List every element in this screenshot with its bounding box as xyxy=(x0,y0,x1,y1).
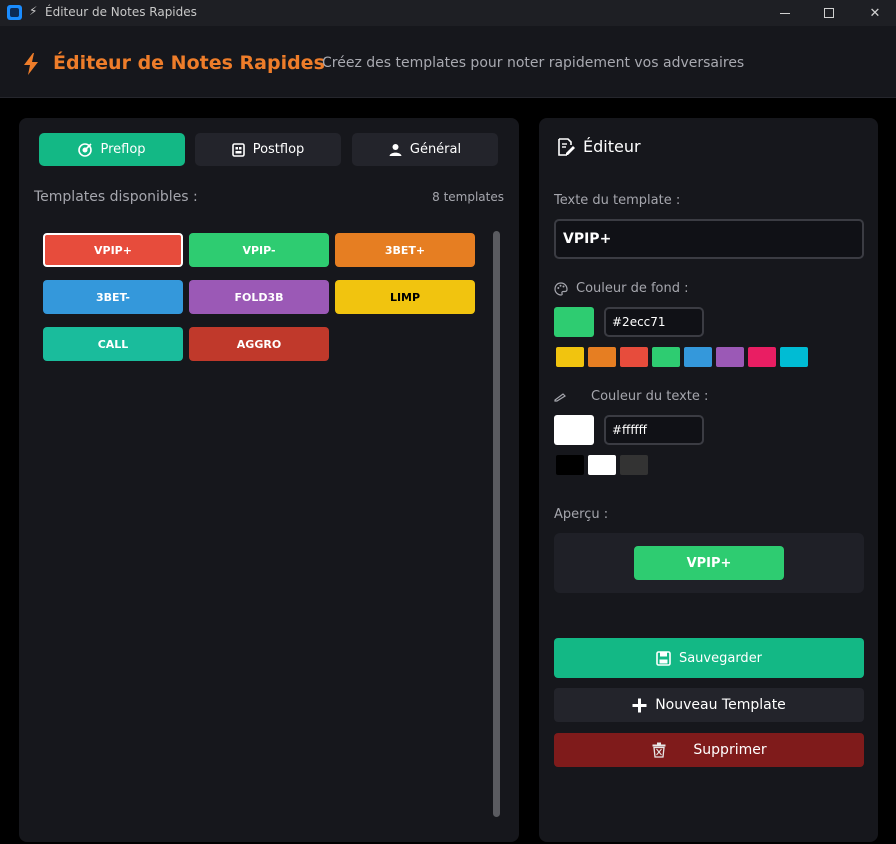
tab-postflop[interactable]: Postflop xyxy=(195,133,341,166)
template-button-limp[interactable]: LIMP xyxy=(335,280,475,314)
tab-preflop[interactable]: Preflop xyxy=(39,133,185,166)
bg-color-swatch[interactable] xyxy=(748,347,776,367)
tab-label: Postflop xyxy=(252,142,305,157)
delete-button-label: Supprimer xyxy=(693,742,767,758)
plus-icon xyxy=(632,698,647,713)
template-text-label: Texte du template : xyxy=(554,193,681,208)
lightning-icon xyxy=(24,53,38,75)
app-icon xyxy=(7,5,22,20)
fg-color-swatch[interactable] xyxy=(620,455,648,475)
scrollbar[interactable] xyxy=(493,231,500,817)
board-icon xyxy=(231,142,245,157)
editor-panel: Éditeur Texte du template : VPIP+ Couleu… xyxy=(539,118,878,842)
bg-color-swatch[interactable] xyxy=(620,347,648,367)
close-icon: ✕ xyxy=(869,5,881,21)
template-button-vpip[interactable]: VPIP- xyxy=(189,233,329,267)
template-button-fold3b[interactable]: FOLD3B xyxy=(189,280,329,314)
fg-color-preview-swatch[interactable] xyxy=(554,415,594,445)
fg-color-swatch[interactable] xyxy=(588,455,616,475)
bg-color-hex-input[interactable]: #2ecc71 xyxy=(604,307,704,337)
template-button-3bet[interactable]: 3BET+ xyxy=(335,233,475,267)
floppy-disk-icon xyxy=(656,650,671,666)
save-button-label: Sauvegarder xyxy=(678,650,763,666)
preview-box: VPIP+ xyxy=(554,533,864,593)
page-title: Éditeur de Notes Rapides xyxy=(53,52,325,74)
editor-title: Éditeur xyxy=(583,137,641,156)
trash-icon xyxy=(651,742,667,758)
minimize-icon xyxy=(780,12,790,14)
window-title: Éditeur de Notes Rapides xyxy=(45,5,197,19)
template-button-vpip[interactable]: VPIP+ xyxy=(43,233,183,267)
template-text-input[interactable]: VPIP+ xyxy=(554,219,864,259)
preview-template-button: VPIP+ xyxy=(634,546,784,580)
tab-label: Général xyxy=(409,142,462,157)
new-template-label: Nouveau Template xyxy=(655,697,786,713)
lightning-icon: ⚡ xyxy=(29,4,38,18)
bg-color-preview-swatch[interactable] xyxy=(554,307,594,337)
bg-color-swatch[interactable] xyxy=(556,347,584,367)
bg-color-swatch[interactable] xyxy=(588,347,616,367)
fg-color-swatch[interactable] xyxy=(556,455,584,475)
app-header: Éditeur de Notes Rapides Créez des templ… xyxy=(0,26,896,98)
target-icon xyxy=(78,142,93,157)
template-button-aggro[interactable]: AGGRO xyxy=(189,327,329,361)
templates-count: 8 templates xyxy=(432,190,504,204)
bg-color-label-row: Couleur de fond : xyxy=(554,281,689,296)
user-icon xyxy=(389,143,402,156)
template-button-3bet[interactable]: 3BET- xyxy=(43,280,183,314)
tab-general[interactable]: Général xyxy=(352,133,498,166)
bg-color-swatch[interactable] xyxy=(652,347,680,367)
window-titlebar: ⚡ Éditeur de Notes Rapides ✕ xyxy=(0,0,896,26)
close-button[interactable]: ✕ xyxy=(852,0,896,26)
bg-color-label: Couleur de fond : xyxy=(576,281,689,296)
delete-button[interactable]: Supprimer xyxy=(554,733,864,767)
edit-document-icon xyxy=(558,138,575,156)
template-button-call[interactable]: CALL xyxy=(43,327,183,361)
preview-label: Aperçu : xyxy=(554,507,609,522)
maximize-icon xyxy=(824,8,834,18)
fg-color-hex-input[interactable]: #ffffff xyxy=(604,415,704,445)
palette-icon xyxy=(554,281,568,296)
minimize-button[interactable] xyxy=(762,0,808,26)
save-button[interactable]: Sauvegarder xyxy=(554,638,864,678)
bg-color-swatch[interactable] xyxy=(716,347,744,367)
maximize-button[interactable] xyxy=(806,0,852,26)
tab-label: Preflop xyxy=(100,142,146,157)
bg-color-swatch[interactable] xyxy=(684,347,712,367)
new-template-button[interactable]: Nouveau Template xyxy=(554,688,864,722)
pencil-icon xyxy=(554,392,567,402)
bg-color-swatch[interactable] xyxy=(780,347,808,367)
templates-panel: Preflop Postflop Général Templates dispo… xyxy=(19,118,519,842)
templates-heading: Templates disponibles : xyxy=(34,189,198,205)
fg-color-label-row: Couleur du texte : xyxy=(554,389,708,404)
page-subtitle: Créez des templates pour noter rapidemen… xyxy=(322,55,745,71)
fg-color-label: Couleur du texte : xyxy=(591,389,709,404)
